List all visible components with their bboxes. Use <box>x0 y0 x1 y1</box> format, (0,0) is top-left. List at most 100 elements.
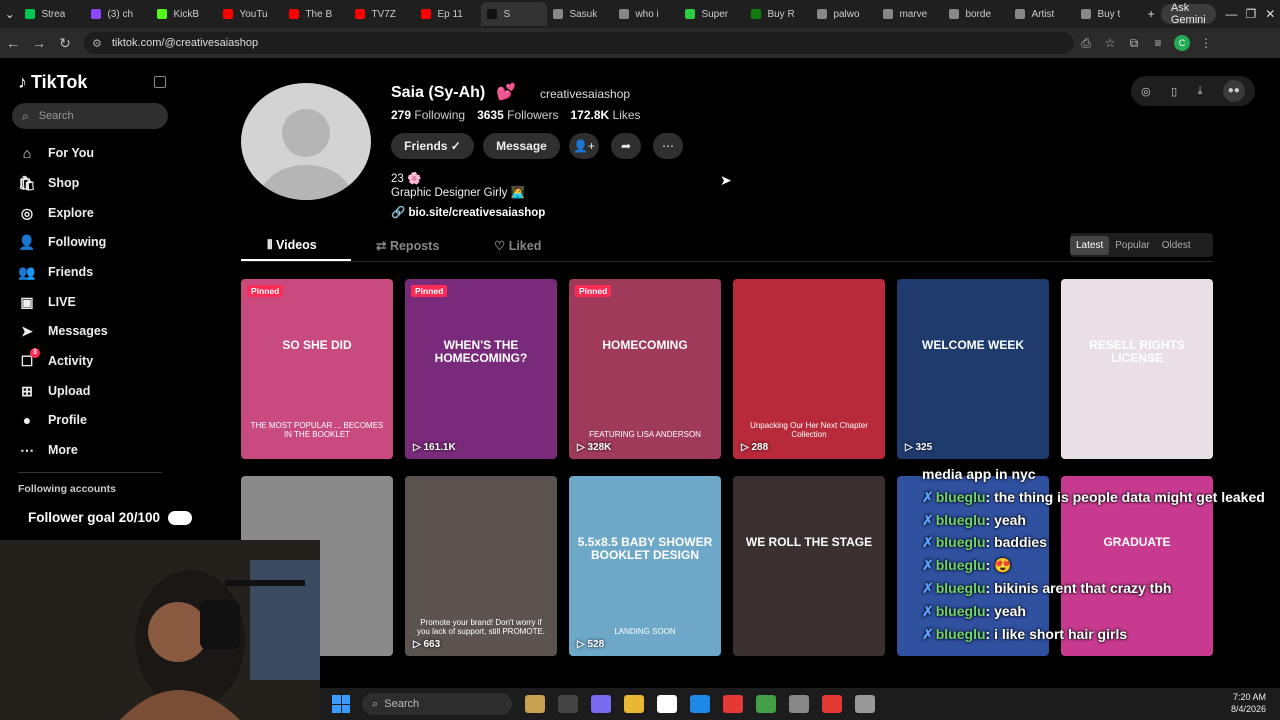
sidebar-item-messages[interactable]: ➤ Messages <box>18 320 168 342</box>
profile-link[interactable]: 🔗 bio.site/creativesaiashop <box>391 205 545 219</box>
chrome-icon[interactable] <box>723 695 743 713</box>
address-bar[interactable]: ⚙ tiktok.com/@creativesaiashop <box>84 32 1074 54</box>
browser-tab[interactable]: Buy t <box>1075 2 1141 26</box>
download-icon[interactable]: ⤓ <box>1198 85 1203 98</box>
video-title-text: SO SHE DID <box>282 338 352 352</box>
video-thumbnail[interactable]: Promote your brand! Don't worry if you l… <box>405 476 557 656</box>
windows-start-icon[interactable] <box>332 695 350 713</box>
extensions-icon[interactable]: ⧉ <box>1122 36 1146 51</box>
reload-button[interactable]: ↻ <box>52 35 78 52</box>
browser-tab[interactable]: The B <box>283 2 349 26</box>
browser-tab[interactable]: Super <box>679 2 745 26</box>
obs-icon[interactable] <box>822 695 842 713</box>
file-explorer-icon[interactable] <box>624 695 644 713</box>
add-friend-icon[interactable]: 👤+ <box>569 133 599 159</box>
browser-tab[interactable]: KickB <box>151 2 217 26</box>
video-thumbnail[interactable]: 5.5x8.5 BABY SHOWER BOOKLET DESIGN LANDIN… <box>569 476 721 656</box>
following-stat[interactable]: 279 Following <box>391 108 465 122</box>
browser-tab[interactable]: who i <box>613 2 679 26</box>
sort-oldest[interactable]: Oldest <box>1156 236 1197 255</box>
browser-tab[interactable]: marve <box>877 2 943 26</box>
share-icon[interactable]: ➦ <box>611 133 641 159</box>
sidebar-item-upload[interactable]: ⊞ Upload <box>18 380 168 402</box>
pinned-badge: Pinned <box>575 285 612 297</box>
tab-search-icon[interactable]: ⌄ <box>0 7 19 21</box>
install-app-icon[interactable]: ⎙ <box>1074 36 1098 51</box>
system-clock[interactable]: 7:20 AM 8/4/2026 <box>1231 692 1266 715</box>
tab-favicon-icon <box>883 9 894 19</box>
browser-tab[interactable]: Sasuk <box>547 2 613 26</box>
tiktok-logo[interactable]: ♪ TikTok <box>18 72 87 93</box>
terminal-icon[interactable] <box>657 695 677 713</box>
video-thumbnail[interactable]: RESELL RIGHTS LICENSE <box>1061 279 1213 459</box>
sort-latest[interactable]: Latest <box>1070 235 1110 255</box>
back-button[interactable]: ← <box>0 35 26 51</box>
site-info-icon[interactable]: ⚙ <box>92 37 102 50</box>
profile-avatar-icon[interactable]: C <box>1174 35 1190 51</box>
video-thumbnail[interactable]: HOMECOMING FEATURING LISA ANDERSON Pinned ▷… <box>569 279 721 459</box>
ask-gemini-button[interactable]: Ask Gemini <box>1160 2 1216 26</box>
friends-button[interactable]: Friends ✓ <box>391 133 474 159</box>
tab-liked[interactable]: ♡ Liked <box>494 238 541 253</box>
video-thumbnail[interactable]: Unpacking Our Her Next Chapter Collectio… <box>733 279 885 459</box>
browser-tab[interactable]: palwo <box>811 2 877 26</box>
video-thumbnail[interactable]: WE ROLL THE STAGE <box>733 476 885 656</box>
sidebar-item-following[interactable]: 👤 Following <box>18 231 168 253</box>
more-options-icon[interactable]: ⋯ <box>653 133 683 159</box>
followers-stat[interactable]: 3635 Followers <box>477 108 558 122</box>
search-input[interactable]: ⌕ Search <box>12 103 168 129</box>
phone-icon[interactable]: ▯ <box>1171 85 1177 98</box>
tab-reposts[interactable]: ⇄ Reposts <box>376 238 439 253</box>
browser-tab[interactable]: borde <box>943 2 1009 26</box>
sidebar-item-profile[interactable]: ● Profile <box>18 409 168 431</box>
close-window-button[interactable]: ✕ <box>1261 7 1280 21</box>
forward-button[interactable]: → <box>26 35 52 51</box>
new-tab-button[interactable]: + <box>1141 7 1160 21</box>
media-controls-icon[interactable]: ≡ <box>1146 36 1170 50</box>
sidebar-item-live[interactable]: ▣ LIVE <box>18 291 168 313</box>
maximize-button[interactable]: ❐ <box>1241 7 1260 21</box>
video-thumbnail[interactable]: WELCOME WEEK ▷ 325 <box>897 279 1049 459</box>
browser-tab[interactable]: Ep 11 <box>415 2 481 26</box>
tab-videos-label: Videos <box>275 238 317 252</box>
browser-tab[interactable]: Strea <box>19 2 85 26</box>
taskbar-search-label: Search <box>384 698 420 710</box>
profile-avatar[interactable] <box>241 83 371 200</box>
coins-icon[interactable]: ◎ <box>1141 85 1151 98</box>
chat-badge-icon: ✗ <box>922 511 934 528</box>
browser-menu-icon[interactable]: ⋮ <box>1194 36 1218 50</box>
message-button[interactable]: Message <box>483 133 560 159</box>
browser-tab[interactable]: YouTu <box>217 2 283 26</box>
sidebar-item-shop[interactable]: 🛍 Shop <box>18 172 168 194</box>
widget-icon[interactable] <box>525 695 545 713</box>
app-icon[interactable] <box>855 695 875 713</box>
profile-username: creativesaiashop <box>540 87 631 101</box>
tab-videos[interactable]: ⦀ Videos <box>267 238 317 253</box>
minimize-button[interactable]: — <box>1222 7 1241 21</box>
task-view-icon[interactable] <box>558 695 578 713</box>
sidebar-item-activity[interactable]: ☐ 3 Activity <box>18 347 168 372</box>
taskbar-search[interactable]: ⌕ Search <box>362 693 512 715</box>
tab-label: marve <box>899 8 928 20</box>
video-thumbnail[interactable]: WHEN'S THE HOMECOMING? Pinned ▷ 161.1K <box>405 279 557 459</box>
browser-tab[interactable]: (3) ch <box>85 2 151 26</box>
browser-tab[interactable]: Buy R <box>745 2 811 26</box>
sidebar-item-more[interactable]: ⋯ More <box>18 439 168 461</box>
sidebar-item-for-you[interactable]: ⌂ For You <box>18 142 168 164</box>
browser-tab[interactable]: S <box>481 2 548 26</box>
settings-icon[interactable] <box>789 695 809 713</box>
browser-tab[interactable]: TV7Z <box>349 2 415 26</box>
icon-glyph: ● <box>22 412 32 428</box>
bookmark-star-icon[interactable]: ☆ <box>1098 36 1122 50</box>
sidebar-item-label: LIVE <box>48 295 76 309</box>
copilot-icon[interactable] <box>591 695 611 713</box>
browser-tab[interactable]: Artist <box>1009 2 1075 26</box>
sidebar-item-friends[interactable]: 👥 Friends <box>18 261 168 283</box>
sort-popular[interactable]: Popular <box>1109 236 1155 255</box>
edge-icon[interactable] <box>690 695 710 713</box>
chrome-profile-icon[interactable] <box>756 695 776 713</box>
video-thumbnail[interactable]: SO SHE DID THE MOST POPULAR ... BECOMES I… <box>241 279 393 459</box>
sidebar-item-explore[interactable]: ◎ Explore <box>18 202 168 224</box>
collapse-sidebar-icon[interactable] <box>154 76 166 88</box>
user-menu-icon[interactable]: ●● <box>1222 80 1245 102</box>
